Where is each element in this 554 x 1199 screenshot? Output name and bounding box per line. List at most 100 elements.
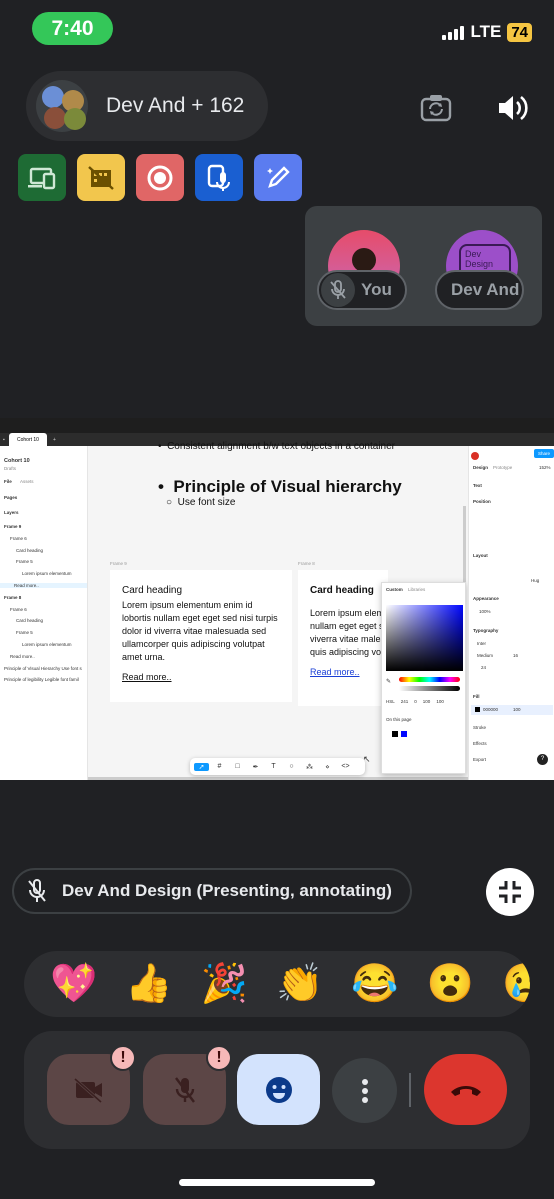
reaction-surprised[interactable]: 😮 bbox=[427, 965, 474, 1003]
bullet-alignment: • Consistent alignment b/w text objects … bbox=[158, 441, 395, 452]
text-tool-icon: T bbox=[271, 763, 276, 770]
fill-hex: 000000 bbox=[483, 707, 499, 712]
file-sub: Drafts bbox=[4, 466, 17, 471]
collapse-button[interactable] bbox=[486, 868, 534, 916]
edit-sparkle-icon[interactable] bbox=[254, 154, 302, 201]
camera-toggle-button[interactable]: ! bbox=[47, 1045, 136, 1125]
color-picker: Custom Libraries ✎ HSL 241 0 100 100 On … bbox=[381, 582, 466, 774]
move-tool-icon: ➚ bbox=[194, 762, 209, 771]
tab-assets: Assets bbox=[20, 479, 34, 484]
tab-design: Design bbox=[473, 465, 489, 470]
more-options-button[interactable] bbox=[332, 1058, 397, 1123]
tab-prototype: Prototype bbox=[493, 465, 513, 470]
font-weight: Medium bbox=[477, 653, 494, 658]
code-icon: <> bbox=[341, 763, 350, 770]
reaction-laugh[interactable]: 😂 bbox=[351, 965, 398, 1003]
tab-file: File bbox=[4, 479, 12, 484]
section-stroke: Stroke bbox=[473, 725, 487, 730]
reaction-thumbs-up[interactable]: 👍 bbox=[125, 965, 172, 1003]
layer-item: Frame 8 bbox=[4, 594, 22, 600]
card-frame-8: Card heading Lorem ipsum elem nullam ege… bbox=[298, 570, 388, 706]
avatar bbox=[64, 108, 86, 130]
frame-label: Frame 8 bbox=[298, 561, 315, 566]
eyedropper-icon: ✎ bbox=[386, 679, 392, 685]
actions-icon: ⁂ bbox=[306, 763, 313, 771]
self-name: You bbox=[361, 280, 392, 299]
sub-bullet-text: Use font size bbox=[177, 497, 236, 508]
layer-item: Lorem ipsum elementum bbox=[22, 571, 72, 577]
mic-note-icon[interactable] bbox=[195, 154, 243, 201]
floating-participants: You Dev Design Dev And bbox=[305, 206, 542, 326]
self-name-pill: You bbox=[317, 270, 407, 310]
hue-slider bbox=[399, 677, 460, 682]
home-indicator bbox=[179, 1179, 375, 1186]
alpha-slider bbox=[399, 686, 460, 691]
section-position: Position bbox=[473, 499, 491, 504]
picker-tab-custom: Custom bbox=[386, 587, 403, 592]
reaction-cry[interactable]: 😢 bbox=[502, 965, 530, 1003]
browser-tab: Cohort 10 bbox=[9, 433, 47, 446]
hue-value: 241 bbox=[400, 699, 409, 704]
participants-button[interactable]: Dev And + 162 bbox=[26, 71, 268, 141]
help-icon: ? bbox=[537, 754, 548, 765]
reaction-heart[interactable]: 💖 bbox=[50, 965, 97, 1003]
swatch bbox=[392, 731, 398, 737]
layer-item: Frame 6 bbox=[10, 606, 27, 612]
reaction-clap[interactable]: 👏 bbox=[276, 965, 323, 1003]
avatar bbox=[44, 107, 66, 129]
frame-tool-icon: # bbox=[217, 763, 222, 770]
section-fill: Fill bbox=[473, 694, 480, 699]
layer-item: Frame 5 bbox=[16, 559, 33, 565]
more-vert-icon bbox=[361, 1078, 368, 1103]
presenter-pill: Dev And Design (Presenting, annotating) bbox=[12, 868, 412, 914]
card-body: Lorem ipsum elementum enim id lobortis n… bbox=[122, 600, 278, 662]
on-page-label: On this page bbox=[386, 717, 412, 722]
design-panel: Share Design Prototype 152% Text Positio… bbox=[468, 446, 554, 780]
section-effects: Effects bbox=[473, 741, 487, 746]
end-call-button[interactable] bbox=[424, 1054, 507, 1125]
other-name: Dev And bbox=[451, 280, 520, 299]
hang-up-icon bbox=[450, 1085, 481, 1096]
shared-screen: ▪ Cohort 10 + Cohort 10 Drafts File Asse… bbox=[0, 418, 554, 780]
reactions-bar: 💖 👍 🎉 👏 😂 😮 😢 bbox=[24, 951, 530, 1017]
bullet-text: Consistent alignment b/w text objects in… bbox=[167, 441, 395, 452]
section-text: Text bbox=[473, 483, 482, 488]
section-appearance: Appearance bbox=[473, 596, 499, 601]
pen-tool-icon: ✒ bbox=[252, 763, 259, 771]
font-size: 16 bbox=[513, 653, 519, 658]
share-button: Share bbox=[534, 449, 554, 458]
call-controls: ! ! bbox=[24, 1031, 530, 1149]
speaker-icon[interactable] bbox=[492, 88, 532, 128]
reactions-button[interactable] bbox=[237, 1054, 320, 1125]
other-name-pill: Dev And bbox=[435, 270, 524, 310]
camera-off-icon[interactable] bbox=[77, 154, 125, 201]
alpha-value: 100 bbox=[436, 699, 444, 704]
shape-tool-icon: □ bbox=[235, 763, 240, 770]
layer-item: Read more.. bbox=[0, 583, 87, 588]
color-gradient bbox=[386, 605, 463, 671]
card-heading: Card heading bbox=[122, 585, 183, 596]
warning-badge: ! bbox=[206, 1045, 232, 1071]
mic-toggle-button[interactable]: ! bbox=[143, 1045, 232, 1125]
devices-icon[interactable] bbox=[18, 154, 66, 201]
mic-off-icon bbox=[174, 1076, 195, 1103]
layer-item: Lorem ipsum elementum bbox=[22, 642, 72, 647]
color-values: HSL 241 0 100 100 bbox=[386, 699, 444, 704]
avatar-group-icon bbox=[36, 80, 88, 132]
status-time: 7:40 bbox=[32, 12, 113, 45]
zoom-level: 152% bbox=[539, 465, 551, 470]
frame-label: Frame 9 bbox=[110, 561, 127, 566]
status-right: LTE 74 bbox=[442, 22, 532, 42]
sat-value: 0 bbox=[414, 699, 417, 704]
switch-camera-icon[interactable] bbox=[416, 88, 456, 128]
hug-label: Hug bbox=[531, 578, 540, 583]
layer-item: Card heading bbox=[16, 547, 44, 553]
record-icon[interactable] bbox=[136, 154, 184, 201]
signal-icon bbox=[442, 24, 465, 40]
comment-tool-icon: ○ bbox=[289, 763, 294, 770]
layer-item: Frame 5 bbox=[16, 630, 33, 636]
avatar bbox=[42, 86, 64, 108]
dev-mode-icon: ⋄ bbox=[325, 763, 330, 771]
canvas-hscroll bbox=[88, 777, 468, 780]
reaction-party[interactable]: 🎉 bbox=[201, 965, 248, 1003]
